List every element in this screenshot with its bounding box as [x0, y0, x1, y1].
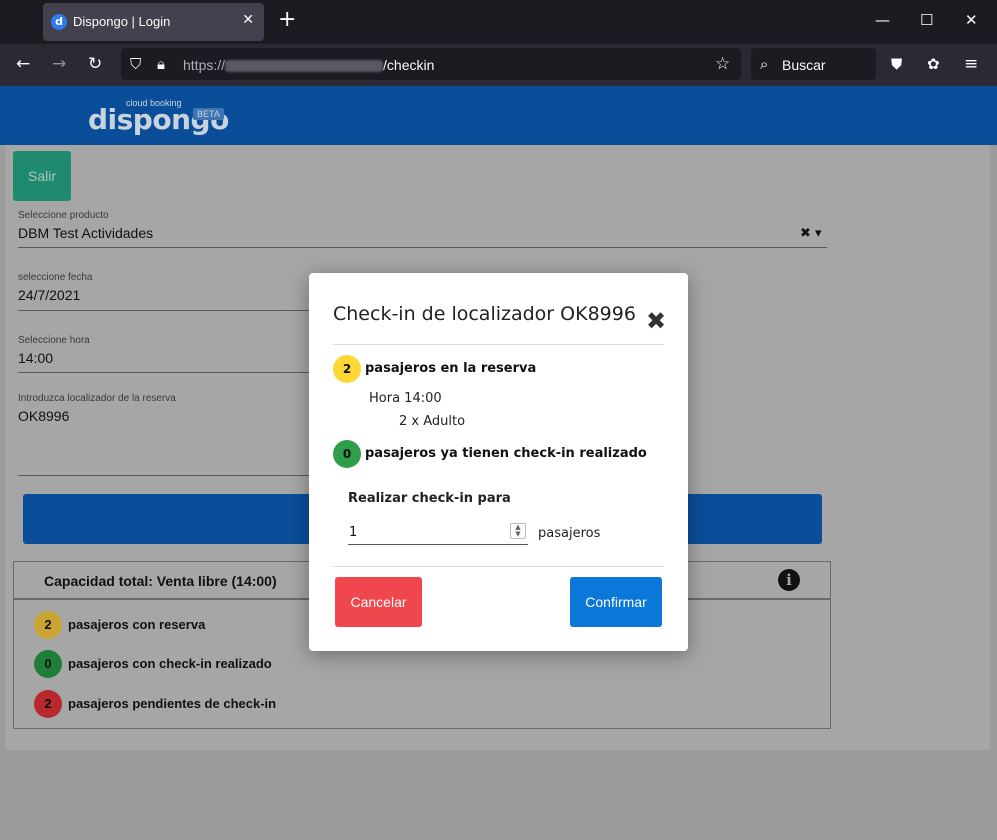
hour-field[interactable]: Seleccione hora 14:00	[18, 335, 90, 366]
maximize-icon[interactable]: ☐	[920, 11, 933, 29]
shield-icon[interactable]: ⛉	[130, 54, 141, 74]
exit-button[interactable]: Salir	[13, 151, 71, 201]
reload-icon[interactable]: ↻	[88, 54, 102, 74]
hour-value: 14:00	[18, 350, 54, 366]
pending-count-badge: 2	[34, 690, 62, 718]
site-favicon-icon: d	[51, 14, 67, 30]
tab-title: Dispongo | Login	[73, 14, 171, 29]
browser-tab[interactable]: d Dispongo | Login ✕	[43, 3, 264, 41]
hour-label: Seleccione hora	[18, 335, 90, 346]
hour-field-underline	[18, 372, 318, 373]
modal-close-icon[interactable]: ✖	[646, 307, 666, 335]
booked-text: pasajeros con reserva	[68, 617, 206, 632]
browser-navbar: ← → ↻ ⛉ 🔒︎ https:// /checkin ☆ ⌕ Buscar ⛊…	[0, 44, 997, 86]
product-select-controls[interactable]: ✖ ▾	[800, 226, 822, 241]
forward-arrow-icon[interactable]: →	[52, 54, 66, 74]
number-spinner-icon[interactable]: ▲ ▼	[510, 523, 526, 539]
locator-label: Introduzca localizador de la reserva	[18, 393, 176, 404]
date-field-underline	[18, 310, 318, 311]
locator-field[interactable]: Introduzca localizador de la reserva OK8…	[18, 393, 176, 424]
url-bar[interactable]: ⛉ 🔒︎ https:// /checkin ☆	[121, 48, 741, 80]
confirm-button[interactable]: Confirmar	[570, 577, 662, 627]
bookmark-star-icon[interactable]: ☆	[715, 54, 730, 74]
search-icon: ⌕	[760, 55, 769, 73]
menu-icon[interactable]: ≡	[964, 54, 978, 74]
product-label: Seleccione producto	[18, 210, 109, 221]
modal-checked-badge: 0	[333, 440, 361, 468]
browser-tabbar: d Dispongo | Login ✕ + — ☐ ✕	[0, 0, 997, 44]
new-tab-icon[interactable]: +	[278, 9, 296, 31]
checkin-modal: Check-in de localizador OK8996 ✖ 2 pasaj…	[309, 273, 688, 651]
tab-close-icon[interactable]: ✕	[242, 12, 254, 28]
product-field[interactable]: Seleccione producto DBM Test Actividades	[18, 210, 153, 241]
app-header: cloud booking dispongo BETA	[0, 86, 997, 145]
capacity-title: Capacidad total: Venta libre (14:00)	[44, 573, 277, 589]
extension-icon[interactable]: ✿	[927, 54, 940, 74]
url-text: https:// /checkin	[183, 57, 434, 73]
search-placeholder: Buscar	[782, 57, 826, 73]
pending-text: pasajeros pendientes de check-in	[68, 696, 277, 711]
modal-divider-bottom	[333, 566, 664, 567]
info-icon[interactable]: i	[778, 569, 800, 591]
pocket-icon[interactable]: ⛊	[891, 54, 902, 74]
checked-count-badge: 0	[34, 650, 62, 678]
checkin-count-input[interactable]	[348, 521, 528, 545]
minimize-icon[interactable]: —	[875, 11, 890, 29]
date-label: seleccione fecha	[18, 272, 93, 283]
modal-pax-text: 2 x Adulto	[399, 414, 466, 429]
modal-booked-text: pasajeros en la reserva	[365, 361, 537, 376]
checked-text: pasajeros con check-in realizado	[68, 656, 272, 671]
caret-down-icon[interactable]: ▾	[815, 226, 822, 241]
date-field[interactable]: seleccione fecha 24/7/2021	[18, 272, 93, 303]
modal-title: Check-in de localizador OK8996	[333, 303, 636, 325]
locator-field-underline	[18, 475, 318, 476]
checkin-unit: pasajeros	[538, 526, 601, 541]
search-bar[interactable]: ⌕ Buscar	[751, 48, 876, 80]
cancel-button[interactable]: Cancelar	[335, 577, 422, 627]
booked-count-badge: 2	[34, 611, 62, 639]
checkin-count-label: Realizar check-in para	[348, 491, 511, 506]
locator-value: OK8996	[18, 408, 70, 424]
beta-badge: BETA	[193, 108, 224, 120]
url-path: /checkin	[383, 57, 435, 73]
product-value: DBM Test Actividades	[18, 225, 154, 241]
date-value: 24/7/2021	[18, 287, 81, 303]
product-field-underline	[18, 247, 827, 248]
modal-hour-text: Hora 14:00	[369, 391, 442, 406]
back-arrow-icon[interactable]: ←	[16, 54, 30, 74]
modal-booked-badge: 2	[333, 355, 361, 383]
modal-divider-top	[333, 344, 664, 345]
url-domain-redacted	[225, 60, 384, 73]
window-close-icon[interactable]: ✕	[965, 11, 978, 29]
lock-icon[interactable]: 🔒︎	[157, 54, 165, 74]
clear-icon[interactable]: ✖	[800, 226, 811, 241]
modal-checked-text: pasajeros ya tienen check-in realizado	[365, 446, 647, 461]
url-protocol: https://	[183, 57, 226, 73]
